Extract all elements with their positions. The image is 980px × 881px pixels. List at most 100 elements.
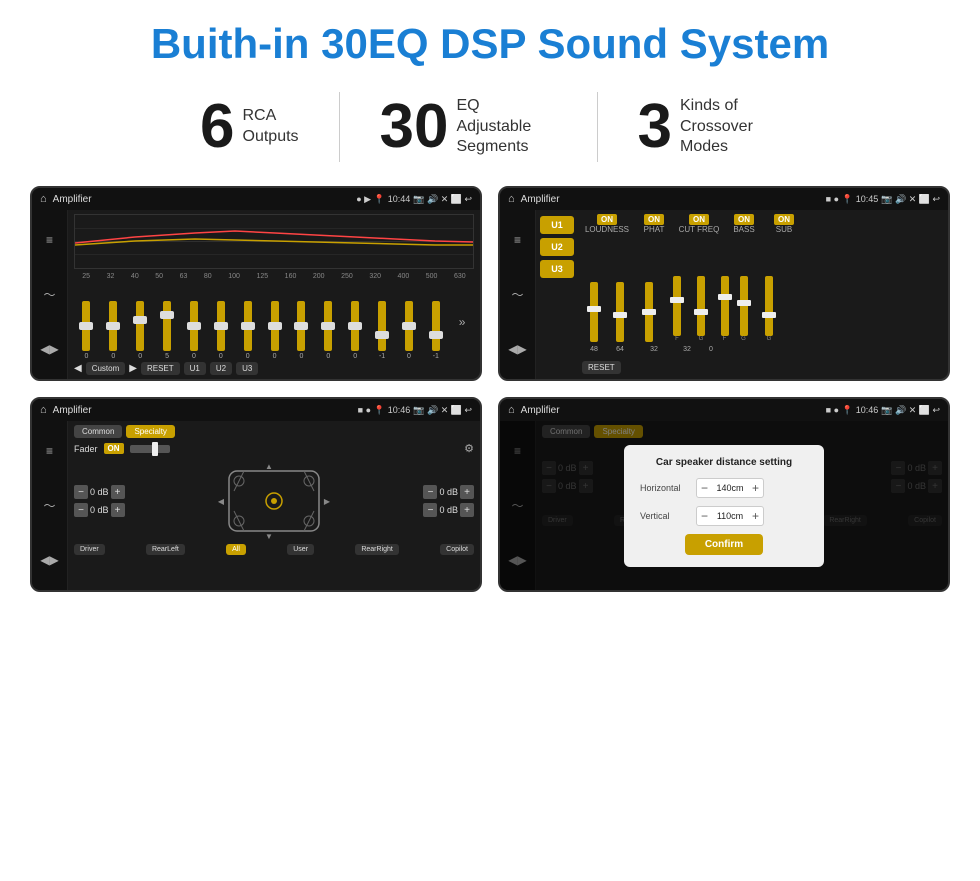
eq-reset-btn[interactable]: RESET bbox=[141, 362, 180, 375]
eq-u3-btn[interactable]: U3 bbox=[236, 362, 258, 375]
cutfreq-label: CUT FREQ bbox=[679, 225, 720, 234]
eq-u1-btn[interactable]: U1 bbox=[184, 362, 206, 375]
svg-text:▶: ▶ bbox=[324, 497, 331, 506]
eq-track-8[interactable] bbox=[271, 301, 279, 351]
tr-minus[interactable]: − bbox=[423, 485, 437, 499]
fader-sidebar: ≡ 〜 ◀▶ bbox=[32, 421, 68, 590]
confirm-button[interactable]: Confirm bbox=[685, 534, 763, 555]
eq-track-10[interactable] bbox=[324, 301, 332, 351]
vertical-plus-btn[interactable]: + bbox=[752, 509, 759, 523]
on-label-loudness[interactable]: ON bbox=[597, 214, 617, 225]
tab-specialty[interactable]: Specialty bbox=[126, 425, 174, 438]
eq-track-3[interactable] bbox=[136, 301, 144, 351]
eq-slider-8: 0 bbox=[271, 301, 279, 360]
phat-slider bbox=[636, 282, 662, 342]
svg-text:◀: ◀ bbox=[218, 497, 225, 506]
stat-label-crossover: Kinds ofCrossover Modes bbox=[680, 96, 780, 158]
stat-number-eq: 30 bbox=[380, 96, 449, 158]
br-plus[interactable]: + bbox=[460, 503, 474, 517]
copilot-btn[interactable]: Copilot bbox=[440, 544, 474, 555]
eq-track-4[interactable] bbox=[163, 301, 171, 351]
eq-track-6[interactable] bbox=[217, 301, 225, 351]
horizontal-stepper: − 140cm + bbox=[696, 478, 764, 498]
tl-minus[interactable]: − bbox=[74, 485, 88, 499]
eq-track-13[interactable] bbox=[405, 301, 413, 351]
eq-slider-2: 0 bbox=[109, 301, 117, 360]
eq-track-2[interactable] bbox=[109, 301, 117, 351]
eq-more-icon[interactable]: » bbox=[459, 315, 466, 329]
driver-btn[interactable]: Driver bbox=[74, 544, 105, 555]
eq-track-1[interactable] bbox=[82, 301, 90, 351]
fader-track[interactable] bbox=[130, 445, 170, 453]
on-label-phat[interactable]: ON bbox=[644, 214, 664, 225]
eq-icon-1[interactable]: ≡ bbox=[46, 233, 53, 247]
rear-right-btn[interactable]: RearRight bbox=[355, 544, 399, 555]
tr-value: 0 dB bbox=[439, 487, 458, 497]
eq-sidebar: ≡ 〜 ◀▶ bbox=[32, 210, 68, 379]
crossover-icon-1[interactable]: ≡ bbox=[514, 233, 521, 247]
top-left-speaker: − 0 dB + bbox=[74, 485, 125, 499]
tab-common[interactable]: Common bbox=[74, 425, 122, 438]
tl-plus[interactable]: + bbox=[111, 485, 125, 499]
crossover-controls: ON LOUDNESS ON PHAT ON CUT FREQ bbox=[578, 210, 948, 379]
eq-bottom-bar: ◀ Custom ▶ RESET U1 U2 U3 bbox=[74, 362, 474, 375]
bottom-left-speaker: − 0 dB + bbox=[74, 503, 125, 517]
preset-u3-btn[interactable]: U3 bbox=[540, 260, 574, 278]
eq-main: 253240506380100125160200250320400500630 … bbox=[68, 210, 480, 379]
speaker-layout: − 0 dB + − 0 dB + bbox=[74, 461, 474, 541]
eq-graph bbox=[74, 214, 474, 269]
distance-body: ≡ 〜 ◀▶ Common Specialty − 0 dB bbox=[500, 421, 948, 590]
crossover-reset-btn[interactable]: RESET bbox=[582, 361, 621, 374]
eq-u2-btn[interactable]: U2 bbox=[210, 362, 232, 375]
eq-slider-4: 5 bbox=[163, 301, 171, 360]
horizontal-plus-btn[interactable]: + bbox=[752, 481, 759, 495]
eq-icon-2[interactable]: 〜 bbox=[43, 286, 55, 303]
all-btn[interactable]: All bbox=[226, 544, 246, 555]
crossover-icon-3[interactable]: ◀▶ bbox=[508, 342, 526, 356]
preset-u2-btn[interactable]: U2 bbox=[540, 238, 574, 256]
crossover-icon-2[interactable]: 〜 bbox=[511, 286, 523, 303]
eq-custom-btn[interactable]: Custom bbox=[86, 362, 126, 375]
fader-icon-2[interactable]: 〜 bbox=[43, 497, 55, 514]
sub-label: SUB bbox=[776, 225, 792, 234]
eq-slider-11: 0 bbox=[351, 301, 359, 360]
user-btn[interactable]: User bbox=[287, 544, 314, 555]
fader-icon-1[interactable]: ≡ bbox=[46, 444, 53, 458]
on-label-cutfreq[interactable]: ON bbox=[689, 214, 709, 225]
eq-slider-13: 0 bbox=[405, 301, 413, 360]
tr-plus[interactable]: + bbox=[460, 485, 474, 499]
eq-track-7[interactable] bbox=[244, 301, 252, 351]
eq-icon-3[interactable]: ◀▶ bbox=[40, 342, 58, 356]
eq-track-5[interactable] bbox=[190, 301, 198, 351]
stat-eq: 30 EQ AdjustableSegments bbox=[340, 96, 597, 158]
preset-u1-btn[interactable]: U1 bbox=[540, 216, 574, 234]
fader-on-badge[interactable]: ON bbox=[104, 443, 124, 454]
eq-slider-1: 0 bbox=[82, 301, 90, 360]
on-label-sub[interactable]: ON bbox=[774, 214, 794, 225]
eq-track-12[interactable] bbox=[378, 301, 386, 351]
tl-value: 0 dB bbox=[90, 487, 109, 497]
crossover-status-bar: ⌂ Amplifier ■ ● 📍 10:45 📷 🔊 ✕ ⬜ ↩ bbox=[500, 188, 948, 210]
bl-minus[interactable]: − bbox=[74, 503, 88, 517]
on-label-bass[interactable]: ON bbox=[734, 214, 754, 225]
eq-slider-5: 0 bbox=[190, 301, 198, 360]
vertical-minus-btn[interactable]: − bbox=[701, 509, 708, 523]
horizontal-minus-btn[interactable]: − bbox=[701, 481, 708, 495]
page-wrapper: Buith-in 30EQ DSP Sound System 6 RCAOutp… bbox=[0, 0, 980, 612]
eq-slider-14: -1 bbox=[432, 301, 440, 360]
eq-prev-btn[interactable]: ◀ bbox=[74, 363, 82, 374]
bl-plus[interactable]: + bbox=[111, 503, 125, 517]
eq-track-14[interactable] bbox=[432, 301, 440, 351]
eq-track-9[interactable] bbox=[297, 301, 305, 351]
eq-track-11[interactable] bbox=[351, 301, 359, 351]
fader-settings-icon[interactable]: ⚙ bbox=[464, 442, 474, 455]
bass-label: BASS bbox=[733, 225, 754, 234]
cutfreq-slider-2: G bbox=[690, 276, 712, 342]
home-icon-3: ⌂ bbox=[40, 404, 47, 416]
br-minus[interactable]: − bbox=[423, 503, 437, 517]
fader-icon-3[interactable]: ◀▶ bbox=[40, 553, 58, 567]
eq-play-btn[interactable]: ▶ bbox=[129, 363, 137, 374]
stats-row: 6 RCAOutputs 30 EQ AdjustableSegments 3 … bbox=[30, 92, 950, 162]
fader-time: 10:46 bbox=[388, 405, 411, 415]
rear-left-btn[interactable]: RearLeft bbox=[146, 544, 185, 555]
